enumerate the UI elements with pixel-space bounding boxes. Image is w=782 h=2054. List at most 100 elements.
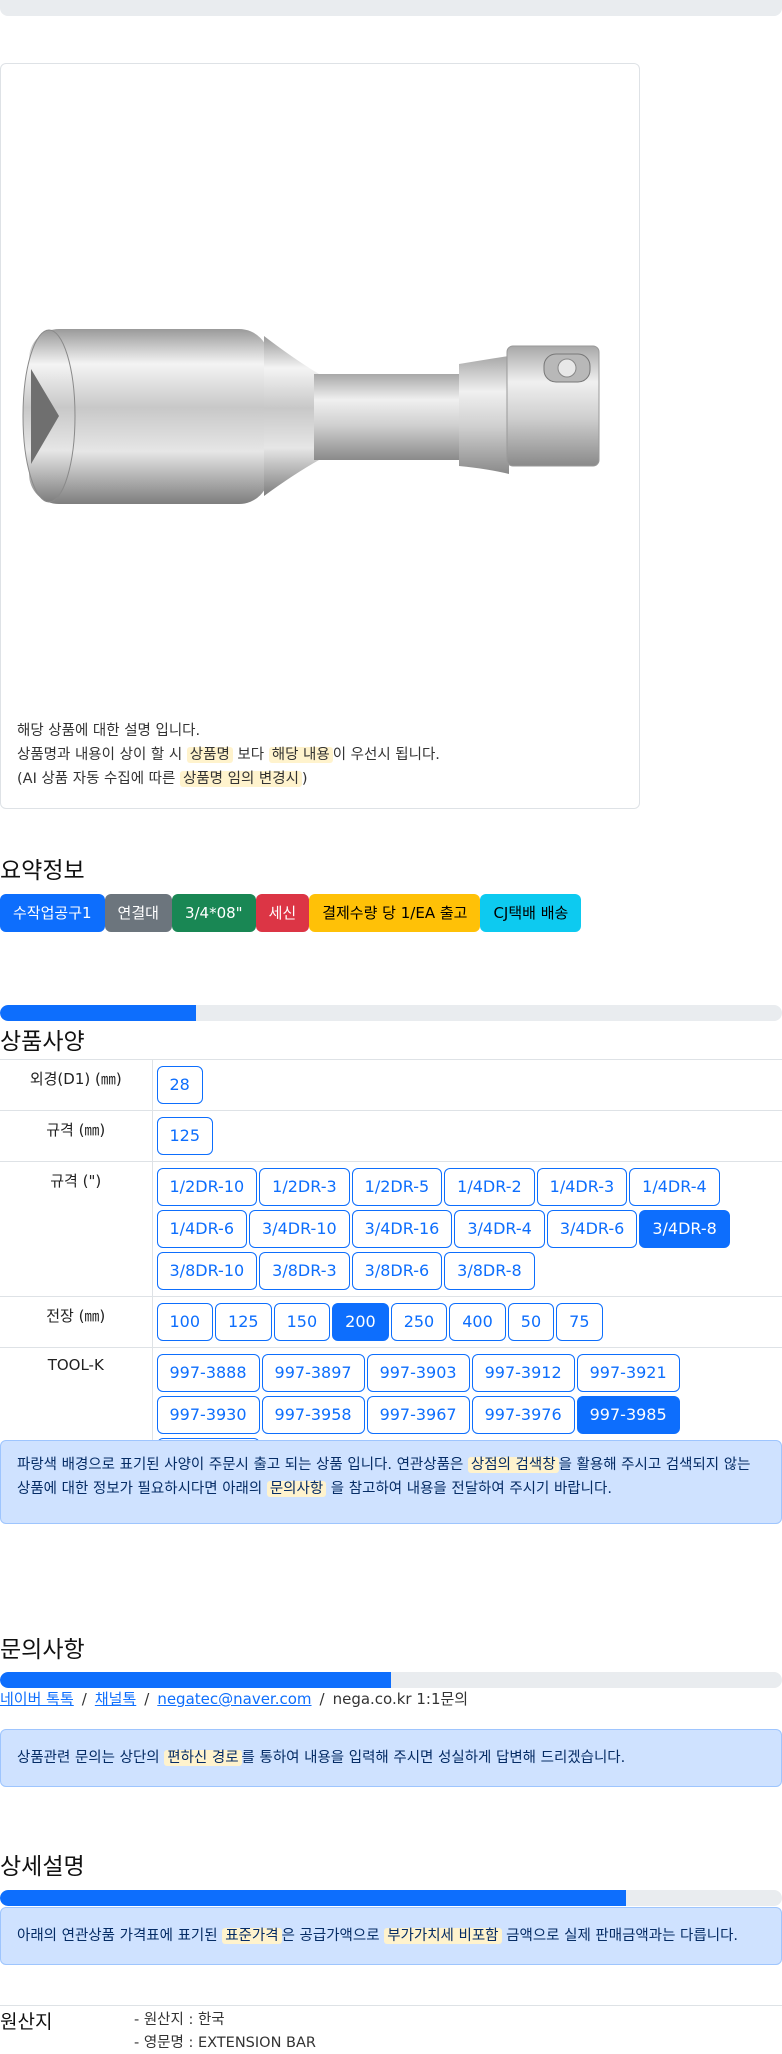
site-inquiry-text: nega.co.kr 1:1문의 (332, 1690, 469, 1708)
spec-row: 전장 (㎜) 100 125 150 200 250 400 50 75 (0, 1296, 782, 1348)
spec-option-button[interactable]: 3/4DR-4 (454, 1210, 545, 1248)
spec-option-button[interactable]: 3/8DR-8 (444, 1252, 535, 1290)
notice-text: 를 통하여 내용을 입력해 주시면 성실하게 답변해 드리겠습니다. (241, 1750, 626, 1766)
option-group: 125 (156, 1115, 779, 1157)
description-line-1: 해당 상품에 대한 설명 입니다. (17, 723, 201, 739)
spec-notice: 파랑색 배경으로 표기된 사양이 주문시 출고 되는 상품 입니다. 연관상품은… (0, 1440, 782, 1524)
product-card: 해당 상품에 대한 설명 입니다. 상품명과 내용이 상이 할 시 상품명 보다… (0, 63, 640, 809)
description-text: 상품명과 내용이 상이 할 시 (17, 747, 187, 763)
spec-option-button[interactable]: 997-3958 (261, 1396, 365, 1434)
notice-text: 을 참고하여 내용을 전달하여 주시기 바랍니다. (326, 1481, 612, 1497)
spec-option-button[interactable]: 1/2DR-5 (351, 1168, 443, 1206)
spec-option-button[interactable]: 400 (449, 1303, 506, 1341)
highlight-convenient-route: 편하신 경로 (164, 1750, 242, 1766)
description-text: 이 우선시 됩니다. (332, 747, 440, 763)
detail-notice: 아래의 연관상품 가격표에 표기된 표준가격 은 공급가액으로 부가가치세 비포함… (0, 1907, 782, 1965)
highlight-standard-price: 표준가격 (222, 1928, 282, 1944)
detail-progress-fill (0, 1890, 626, 1906)
spec-options: 1/2DR-10 1/2DR-3 1/2DR-5 1/4DR-2 1/4DR-3 1/4D… (152, 1161, 782, 1297)
link-separator: / (81, 1690, 87, 1708)
summary-tag: 수작업공구1 (0, 894, 105, 932)
option-group: 28 (156, 1064, 779, 1106)
spec-option-button[interactable]: 3/8DR-3 (259, 1252, 350, 1290)
spec-option-button[interactable]: 75 (556, 1303, 603, 1341)
spec-options: 28 (152, 1059, 782, 1111)
inquiry-progress-fill (0, 1672, 391, 1688)
spec-option-button[interactable]: 1/4DR-2 (444, 1168, 535, 1206)
spec-label: 규격 (") (0, 1161, 153, 1297)
spec-options: 100 125 150 200 250 400 50 75 (152, 1296, 782, 1348)
spec-option-button[interactable]: 997-3888 (156, 1354, 260, 1392)
spec-option-button[interactable]: 3/4DR-10 (249, 1210, 350, 1248)
email-link[interactable]: negatec@naver.com (157, 1690, 311, 1708)
spec-option-button[interactable]: 1/2DR-10 (156, 1168, 258, 1206)
spec-option-button[interactable]: 150 (273, 1303, 331, 1341)
origin-list: - 원산지 : 한국 - 영문명 : EXTENSION BAR (134, 2009, 316, 2054)
spec-option-button[interactable]: 200 (332, 1303, 389, 1341)
spec-option-button[interactable]: 3/8DR-6 (351, 1252, 443, 1290)
spec-title: 상품사양 (0, 1029, 85, 1055)
spec-option-button[interactable]: 1/4DR-4 (629, 1168, 720, 1206)
spec-option-button[interactable]: 3/4DR-6 (546, 1210, 638, 1248)
spec-table: 외경(D1) (㎜) 28 규격 (㎜) 125 규격 (") 1/2DR-10 1/2DR… (0, 1059, 782, 1483)
highlight-search-box: 상점의 검색창 (467, 1457, 559, 1473)
spec-progress-bar (0, 1005, 782, 1021)
spec-option-button[interactable]: 997-3912 (471, 1354, 575, 1392)
detail-progress-bar (0, 1890, 782, 1906)
spec-option-button[interactable]: 3/8DR-10 (156, 1252, 258, 1290)
spec-option-button[interactable]: 125 (156, 1117, 214, 1155)
summary-tags: 수작업공구1 연결대 3/4*08" 세신 결제수량 당 1/EA 출고 CJ택배 배송 (0, 894, 582, 932)
notice-text: 파랑색 배경으로 표기된 사양이 주문시 출고 되는 상품 입니다. 연관상품은 (17, 1457, 468, 1473)
channel-talk-link[interactable]: 채널톡 (95, 1690, 136, 1708)
top-progress-bar (0, 0, 782, 16)
summary-tag: 세신 (255, 894, 310, 932)
spec-label: 규격 (㎜) (0, 1110, 153, 1162)
description-text: 보다 (232, 747, 269, 763)
highlight-vat-excluded: 부가가치세 비포함 (384, 1928, 502, 1944)
spec-option-button[interactable]: 1/4DR-3 (536, 1168, 628, 1206)
inquiry-title: 문의사항 (0, 1637, 85, 1663)
highlight-inquiry: 문의사항 (266, 1481, 327, 1497)
spec-option-button[interactable]: 997-3930 (156, 1396, 260, 1434)
spec-option-button[interactable]: 1/2DR-3 (259, 1168, 350, 1206)
spec-row: 규격 (") 1/2DR-10 1/2DR-3 1/2DR-5 1/4DR-2 1/4DR… (0, 1161, 782, 1297)
spec-option-button[interactable]: 3/4DR-16 (351, 1210, 453, 1248)
spec-option-button[interactable]: 1/4DR-6 (156, 1210, 247, 1248)
description-line-2: 상품명과 내용이 상이 할 시 상품명 보다 해당 내용 이 우선시 됩니다. (17, 743, 440, 767)
spec-option-button[interactable]: 997-3903 (366, 1354, 470, 1392)
origin-section: 원산지 - 원산지 : 한국 - 영문명 : EXTENSION BAR (0, 2005, 782, 2051)
option-group: 100 125 150 200 250 400 50 75 (156, 1301, 779, 1343)
notice-text: 은 공급가액으로 (281, 1928, 385, 1944)
summary-tag: 연결대 (104, 894, 172, 932)
spec-option-button[interactable]: 997-3985 (576, 1396, 680, 1434)
link-separator: / (144, 1690, 150, 1708)
summary-tag: 결제수량 당 1/EA 출고 (309, 894, 481, 932)
highlight-content: 해당 내용 (268, 747, 333, 763)
link-separator: / (319, 1690, 325, 1708)
spec-option-button[interactable]: 125 (215, 1303, 272, 1341)
spec-option-button[interactable]: 997-3967 (366, 1396, 470, 1434)
spec-row: 규격 (㎜) 125 (0, 1110, 782, 1162)
origin-item: - 영문명 : EXTENSION BAR (134, 2035, 316, 2051)
extension-bar-image (22, 329, 600, 504)
notice-text: 상품관련 문의는 상단의 (17, 1750, 165, 1766)
naver-talktalk-link[interactable]: 네이버 톡톡 (0, 1690, 74, 1708)
spec-option-button[interactable]: 997-3897 (261, 1354, 365, 1392)
highlight-name-change: 상품명 임의 변경시 (179, 771, 302, 787)
detail-title: 상세설명 (0, 1854, 85, 1880)
spec-option-button[interactable]: 250 (390, 1303, 448, 1341)
spec-option-button[interactable]: 997-3921 (576, 1354, 680, 1392)
spec-progress-fill (0, 1005, 196, 1021)
spec-label: 전장 (㎜) (0, 1296, 153, 1348)
spec-option-button[interactable]: 3/4DR-8 (639, 1210, 730, 1248)
spec-option-button[interactable]: 997-3976 (471, 1396, 575, 1434)
spec-option-button[interactable]: 28 (156, 1066, 203, 1104)
summary-tag: 3/4*08" (171, 894, 256, 932)
notice-text: 아래의 연관상품 가격표에 표기된 (17, 1928, 223, 1944)
product-description: 해당 상품에 대한 설명 입니다. 상품명과 내용이 상이 할 시 상품명 보다… (17, 719, 440, 791)
highlight-product-name: 상품명 (186, 747, 233, 763)
spec-option-button[interactable]: 100 (156, 1303, 214, 1341)
description-line-3: (AI 상품 자동 수집에 따른 상품명 임의 변경시) (17, 767, 440, 791)
origin-item: - 원산지 : 한국 (134, 2012, 225, 2028)
spec-option-button[interactable]: 50 (507, 1303, 555, 1341)
